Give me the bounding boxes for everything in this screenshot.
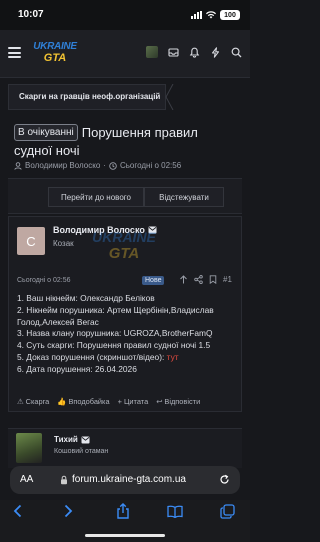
forward-button[interactable] (59, 502, 77, 520)
post-tools: #1 (179, 275, 232, 284)
mail-icon[interactable] (81, 436, 90, 444)
new-badge: Нове (142, 276, 165, 285)
thread-title-part2: судної ночі (14, 143, 80, 158)
post-number[interactable]: #1 (223, 275, 232, 284)
reader-settings-button[interactable]: AA (20, 474, 33, 485)
arrow-up-icon[interactable] (179, 275, 188, 284)
battery-icon: 100 (220, 10, 240, 20)
report-button[interactable]: ⚠ Скарга (17, 397, 49, 406)
reply-icon: ↩ (156, 397, 163, 406)
post-line: 3. Назва клану порушника: UGROZA,Brother… (17, 328, 213, 339)
post-author-row: Тихий (54, 435, 90, 444)
search-icon[interactable] (231, 47, 242, 58)
chevron-left-icon (165, 84, 174, 110)
post-line: 4. Суть скарги: Порушення правил судної … (17, 340, 211, 351)
lock-icon (61, 475, 67, 485)
proof-label: 5. Доказ порушення (скриншот/відео): (17, 351, 165, 362)
user-icon (14, 161, 22, 170)
back-button[interactable] (9, 502, 27, 520)
chevron-left-icon (13, 504, 22, 518)
meta-separator: · (103, 161, 106, 170)
clock-icon (109, 161, 117, 170)
thread-title-part1: Порушення правил (81, 125, 198, 140)
thread-title: В очікуванні Порушення правил судної ноч… (14, 124, 240, 158)
bookmarks-button[interactable] (166, 502, 184, 520)
reply-label: Відповісти (164, 397, 201, 406)
tabs-icon (219, 503, 235, 519)
proof-link[interactable]: тут (167, 352, 179, 362)
report-label: Скарга (25, 397, 50, 406)
like-button[interactable]: 👍 Вподобайка (57, 397, 109, 406)
thumbs-up-icon: 👍 (57, 397, 67, 406)
thread-date[interactable]: Сьогодні о 02:56 (120, 161, 181, 170)
quote-button[interactable]: + Цитата (118, 397, 149, 406)
tabs-button[interactable] (218, 502, 236, 520)
inbox-icon[interactable] (168, 47, 179, 58)
reply-button[interactable]: ↩ Відповісти (156, 397, 200, 406)
avatar[interactable]: С (17, 227, 45, 255)
chevron-right-icon (64, 504, 73, 518)
signal-icon (191, 11, 202, 19)
warning-icon: ⚠ (17, 397, 24, 406)
post: С Володимир Волоско Козак UKRAINE GTA Сь… (8, 216, 242, 412)
status-bar: 10:07 100 (0, 0, 250, 30)
lightning-icon[interactable] (210, 46, 221, 58)
url-text[interactable]: forum.ukraine-gta.com.ua (72, 474, 186, 485)
breadcrumb-label: Скарги на гравців неоф.організацій (19, 92, 161, 101)
post-line: 1. Ваш нікнейм: Олександр Беліков (17, 293, 155, 303)
post-author[interactable]: Тихий (54, 435, 78, 444)
bell-icon[interactable] (189, 47, 200, 58)
watch-button[interactable]: Відстежувати (144, 187, 224, 207)
avatar[interactable] (16, 433, 42, 463)
post-role: Козак (53, 239, 74, 248)
share-button[interactable] (114, 502, 132, 520)
watermark-text-bottom: GTA (108, 245, 140, 262)
post-line: 2. Нікнейм порушника: Артем Щербінін,Вла… (17, 304, 214, 327)
thread-author[interactable]: Володимир Волоско (25, 161, 100, 170)
bookmark-icon[interactable] (209, 275, 217, 284)
site-logo[interactable]: UKRAINE GTA (32, 40, 78, 66)
watermark-text-top: UKRAINE (92, 229, 156, 245)
go-to-new-button[interactable]: Перейти до нового (48, 187, 144, 207)
post-line: 6. Дата порушення: 26.04.2026 (17, 363, 137, 374)
logo-text-bottom: GTA (43, 52, 67, 64)
menu-icon[interactable] (8, 47, 21, 58)
post-line: 5. Доказ порушення (скриншот/відео): тут (17, 352, 239, 364)
thread-actions: Перейти до нового Відстежувати (8, 178, 242, 214)
status-time: 10:07 (18, 9, 44, 20)
like-label: Вподобайка (68, 397, 110, 406)
user-avatar[interactable] (146, 46, 158, 58)
wifi-icon (206, 11, 216, 19)
address-bar[interactable]: AA forum.ukraine-gta.com.ua (10, 466, 240, 494)
post-body: 1. Ваш нікнейм: Олександр Беліков 2. Нік… (17, 293, 239, 376)
top-navigation: UKRAINE GTA (0, 30, 250, 78)
book-icon (167, 505, 183, 518)
status-icons: 100 (191, 10, 240, 20)
logo-text-top: UKRAINE (33, 41, 77, 52)
logo-watermark: UKRAINE GTA (89, 225, 159, 269)
post-footer: ⚠ Скарга 👍 Вподобайка + Цитата ↩ Відповісти (17, 397, 200, 406)
thread-meta: Володимир Волоско · Сьогодні о 02:56 (14, 161, 181, 170)
reload-icon[interactable] (219, 474, 230, 485)
post: Тихий Кошовий отаман (8, 428, 242, 468)
status-badge: В очікуванні (14, 124, 78, 141)
post-date[interactable]: Сьогодні о 02:56 (17, 277, 71, 284)
breadcrumb-link[interactable]: Скарги на гравців неоф.організацій (8, 84, 166, 110)
share-icon (117, 503, 129, 519)
share-icon[interactable] (194, 275, 203, 284)
nav-icons (146, 46, 242, 58)
breadcrumb: Скарги на гравців неоф.організацій (8, 84, 242, 110)
post-role: Кошовий отаман (54, 448, 109, 455)
home-indicator (85, 534, 165, 537)
